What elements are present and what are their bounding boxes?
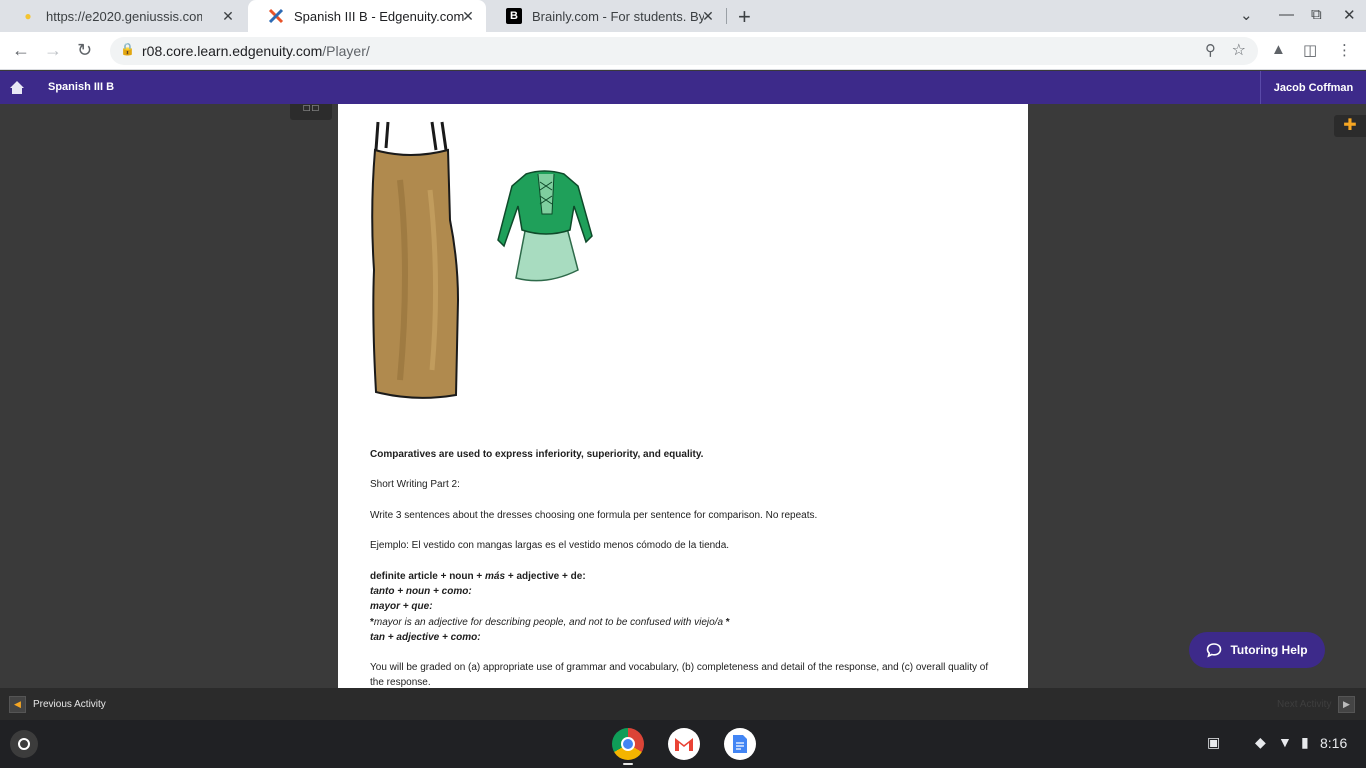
grading-text: You will be graded on (a) appropriate us… xyxy=(370,662,989,688)
mayor-note: *mayor is an adjective for describing pe… xyxy=(370,615,730,630)
browser-toolbar: ← → ↻ 🔒 r08.core.learn.edgenuity.com/Pla… xyxy=(0,32,1366,70)
lightbulb-icon: ● xyxy=(24,9,32,23)
battery-icon[interactable]: ▮ xyxy=(1301,734,1309,751)
home-icon[interactable] xyxy=(0,71,33,104)
tab-title: Brainly.com - For students. By st xyxy=(532,8,704,24)
tools-plus-button[interactable]: ✚ xyxy=(1334,115,1366,137)
docs-icon[interactable] xyxy=(724,728,756,760)
instruction-text: Write 3 sentences about the dresses choo… xyxy=(370,510,818,521)
phone-hub-icon[interactable]: ▣ xyxy=(1207,734,1220,751)
wifi-icon[interactable]: ▼ xyxy=(1278,734,1292,750)
course-title: Spanish III B xyxy=(48,81,115,93)
url-path: /Player/ xyxy=(322,43,370,59)
bookmark-star-icon[interactable]: ☆ xyxy=(1232,40,1246,60)
course-header: Spanish III B Jacob Coffman xyxy=(0,71,1366,104)
note-text: mayor is an adjective for describing peo… xyxy=(373,617,724,628)
toolbar-handle-icon[interactable]: □ □ xyxy=(290,104,332,120)
chat-bubble-icon xyxy=(1207,643,1222,658)
browser-tab-strip: ● https://e2020.geniussis.com/FE ✕ Spani… xyxy=(0,0,1366,32)
formula-2: tanto + noun + como: xyxy=(370,586,472,597)
heading-text: Comparatives are used to express inferio… xyxy=(370,449,704,460)
brown-dress-image xyxy=(371,121,460,399)
activity-stage: □ □ ✚ Comparatives are used to express i… xyxy=(0,104,1366,688)
os-shelf: ▣ ◆ ▼ ▮ 8:16 xyxy=(0,720,1366,768)
active-app-indicator xyxy=(623,763,633,765)
note-asterisk: * xyxy=(723,617,730,628)
chrome-icon[interactable] xyxy=(612,728,644,760)
minimize-icon[interactable]: — xyxy=(1279,6,1294,23)
edgenuity-x-icon xyxy=(268,8,284,24)
close-tab-icon[interactable]: ✕ xyxy=(700,8,716,25)
tab-title: https://e2020.geniussis.com/FE xyxy=(46,8,202,24)
example-text: Ejemplo: El vestido con mangas largas es… xyxy=(370,540,730,551)
restore-icon[interactable]: ⧉ xyxy=(1311,6,1322,23)
formula-4: tan + adjective + como: xyxy=(370,632,481,643)
launcher-icon[interactable] xyxy=(10,730,38,758)
close-window-icon[interactable]: ✕ xyxy=(1343,6,1356,24)
formula-1-mas: más xyxy=(485,571,506,582)
side-panel-icon[interactable]: ◫ xyxy=(1303,41,1317,59)
system-clock[interactable]: 8:16 xyxy=(1320,735,1347,751)
formula-3: mayor + que: xyxy=(370,601,433,612)
labs-flask-icon[interactable]: ▲ xyxy=(1271,41,1286,58)
gmail-icon[interactable] xyxy=(668,728,700,760)
network-icon[interactable]: ◆ xyxy=(1255,734,1266,751)
part-label: Short Writing Part 2: xyxy=(370,479,460,490)
url-text: r08.core.learn.edgenuity.com/Player/ xyxy=(142,43,370,59)
lock-icon[interactable]: 🔒 xyxy=(120,42,135,56)
tab-brainly[interactable]: B Brainly.com - For students. By st ✕ xyxy=(486,0,726,32)
activity-content-panel: Comparatives are used to express inferio… xyxy=(338,104,1028,688)
tab-separator xyxy=(726,8,727,24)
formula-1-part: + adjective + de: xyxy=(505,571,586,582)
previous-activity-link[interactable]: Previous Activity xyxy=(33,699,106,710)
url-host: r08.core.learn.edgenuity.com xyxy=(142,43,323,59)
close-tab-icon[interactable]: ✕ xyxy=(460,8,476,25)
formula-1-part: definite article + noun + xyxy=(370,571,486,582)
tab-edgenuity[interactable]: Spanish III B - Edgenuity.com ✕ xyxy=(248,0,486,32)
reload-icon[interactable]: ↻ xyxy=(77,40,92,61)
back-arrow-icon[interactable]: ← xyxy=(12,40,30,61)
previous-arrow-icon[interactable]: ◀ xyxy=(9,696,26,713)
brainly-b-icon: B xyxy=(506,8,522,24)
tutoring-help-button[interactable]: Tutoring Help xyxy=(1189,632,1325,668)
new-tab-button[interactable]: + xyxy=(738,4,751,30)
tab-search-icon[interactable]: ⌄ xyxy=(1240,6,1253,24)
green-dress-image xyxy=(497,170,593,282)
tab-geniussis[interactable]: ● https://e2020.geniussis.com/FE ✕ xyxy=(0,0,246,32)
activity-nav-bar: ◀ Previous Activity Next Activity ▶ xyxy=(0,688,1366,720)
user-name[interactable]: Jacob Coffman xyxy=(1260,71,1366,104)
close-tab-icon[interactable]: ✕ xyxy=(220,8,236,25)
tab-title: Spanish III B - Edgenuity.com xyxy=(294,8,465,24)
menu-kebab-icon[interactable]: ⋮ xyxy=(1337,41,1352,59)
tutoring-help-label: Tutoring Help xyxy=(1230,643,1308,657)
address-bar[interactable]: 🔒 r08.core.learn.edgenuity.com/Player/ ⚲… xyxy=(110,37,1258,65)
forward-arrow-icon[interactable]: → xyxy=(44,40,62,61)
next-arrow-icon[interactable]: ▶ xyxy=(1338,696,1355,713)
next-activity-link[interactable]: Next Activity xyxy=(1277,699,1331,710)
formula-1: definite article + noun + más + adjectiv… xyxy=(370,569,586,584)
zoom-icon[interactable]: ⚲ xyxy=(1205,41,1216,59)
